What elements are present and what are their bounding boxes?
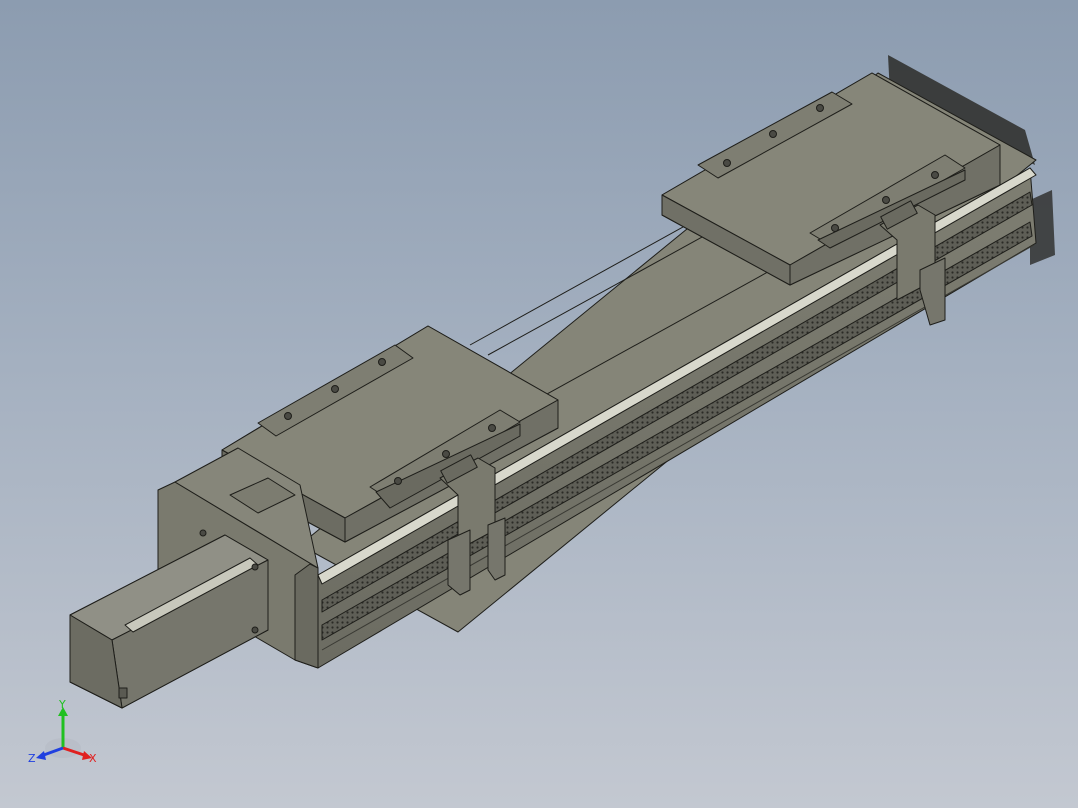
z-axis-head (36, 751, 46, 760)
z-axis-label: Z (28, 752, 36, 765)
graphics-viewport[interactable]: Y X Z (0, 0, 1078, 808)
model-canvas[interactable]: Y X Z (0, 0, 1078, 808)
y-axis-label: Y (58, 698, 66, 711)
view-orientation-triad[interactable]: Y X Z (28, 698, 97, 765)
x-axis-label: X (89, 752, 97, 765)
